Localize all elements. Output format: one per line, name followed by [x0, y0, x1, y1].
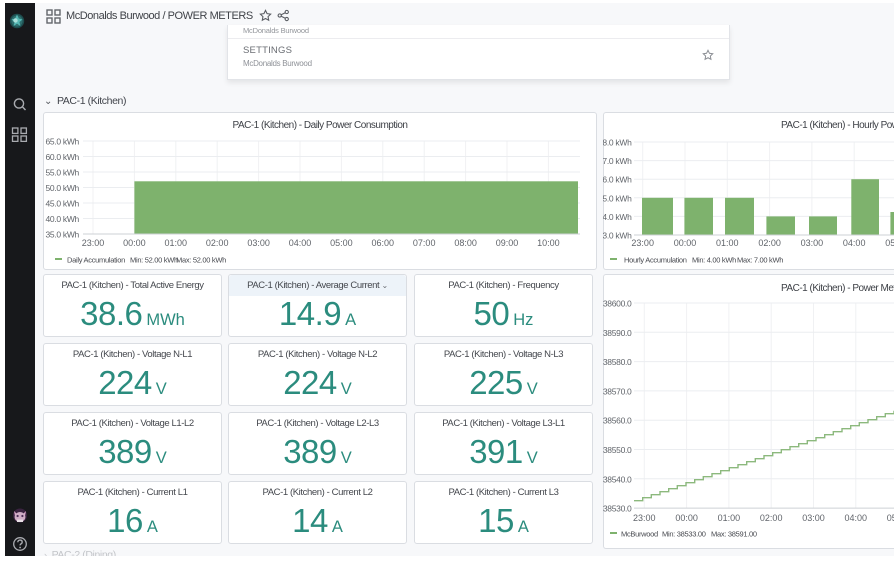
svg-text:50.0 kWh: 50.0 kWh	[45, 183, 79, 193]
svg-text:38560.0: 38560.0	[603, 416, 632, 426]
svg-text:4.0 kWh: 4.0 kWh	[603, 212, 632, 222]
svg-text:Max: 52.00 kWh: Max: 52.00 kWh	[176, 256, 226, 265]
svg-text:Daily Accumulation: Daily Accumulation	[67, 256, 125, 265]
svg-text:04:00: 04:00	[289, 238, 312, 248]
svg-text:Max: 38591.00: Max: 38591.00	[711, 530, 757, 539]
svg-text:Max: 7.00 kWh: Max: 7.00 kWh	[737, 256, 783, 265]
svg-text:6.0 kWh: 6.0 kWh	[603, 175, 632, 185]
svg-text:38550.0: 38550.0	[603, 445, 632, 455]
svg-text:08:00: 08:00	[454, 238, 477, 248]
svg-text:Min: 38533.00: Min: 38533.00	[662, 530, 706, 539]
svg-text:05:00: 05:00	[887, 513, 894, 523]
svg-text:00:00: 00:00	[675, 513, 698, 523]
svg-text:38580.0: 38580.0	[603, 357, 632, 367]
svg-text:40.0 kWh: 40.0 kWh	[45, 214, 79, 224]
svg-text:01:00: 01:00	[716, 238, 739, 248]
svg-text:00:00: 00:00	[123, 238, 146, 248]
svg-text:23:00: 23:00	[633, 513, 656, 523]
svg-text:02:00: 02:00	[758, 238, 781, 248]
svg-text:7.0 kWh: 7.0 kWh	[603, 156, 632, 166]
svg-text:45.0 kWh: 45.0 kWh	[45, 199, 79, 209]
svg-text:38570.0: 38570.0	[603, 386, 632, 396]
svg-text:PAC-1 (Kitchen) - Daily Power: PAC-1 (Kitchen) - Daily Power Consumptio…	[233, 120, 408, 131]
svg-text:38590.0: 38590.0	[603, 328, 632, 338]
svg-text:10:00: 10:00	[537, 238, 560, 248]
svg-text:PAC-1 (Kitchen) - Power Meter: PAC-1 (Kitchen) - Power Meter Reading	[781, 283, 894, 294]
svg-text:01:00: 01:00	[165, 238, 188, 248]
svg-text:3.0 kWh: 3.0 kWh	[603, 231, 632, 241]
svg-text:38600.0: 38600.0	[603, 299, 632, 309]
svg-text:5.0 kWh: 5.0 kWh	[603, 193, 632, 203]
svg-text:55.0 kWh: 55.0 kWh	[45, 168, 79, 178]
svg-text:03:00: 03:00	[247, 238, 270, 248]
svg-text:38530.0: 38530.0	[603, 504, 632, 514]
svg-text:03:00: 03:00	[801, 238, 824, 248]
svg-text:02:00: 02:00	[206, 238, 229, 248]
svg-text:Hourly Accumulation: Hourly Accumulation	[624, 256, 687, 265]
svg-text:60.0 kWh: 60.0 kWh	[45, 152, 79, 162]
svg-text:35.0 kWh: 35.0 kWh	[45, 230, 79, 240]
svg-text:65.0 kWh: 65.0 kWh	[45, 137, 79, 147]
svg-text:8.0 kWh: 8.0 kWh	[603, 138, 632, 148]
svg-text:23:00: 23:00	[82, 238, 105, 248]
svg-text:02:00: 02:00	[760, 513, 783, 523]
svg-text:Min: 4.00 kWh: Min: 4.00 kWh	[692, 256, 736, 265]
svg-text:04:00: 04:00	[843, 238, 866, 248]
svg-text:09:00: 09:00	[496, 238, 519, 248]
svg-text:03:00: 03:00	[802, 513, 825, 523]
svg-text:00:00: 00:00	[674, 238, 697, 248]
svg-text:06:00: 06:00	[372, 238, 395, 248]
svg-text:Min: 52.00 kWh: Min: 52.00 kWh	[130, 256, 178, 265]
svg-text:PAC-1 (Kitchen) - Hourly Power: PAC-1 (Kitchen) - Hourly Power Consumpti…	[781, 120, 894, 131]
svg-text:05:00: 05:00	[330, 238, 353, 248]
svg-text:04:00: 04:00	[845, 513, 868, 523]
svg-text:07:00: 07:00	[413, 238, 436, 248]
svg-text:23:00: 23:00	[631, 238, 654, 248]
svg-text:01:00: 01:00	[718, 513, 741, 523]
svg-text:38540.0: 38540.0	[603, 474, 632, 484]
svg-text:McBurwood: McBurwood	[621, 530, 658, 539]
svg-text:05:00: 05:00	[885, 238, 894, 248]
